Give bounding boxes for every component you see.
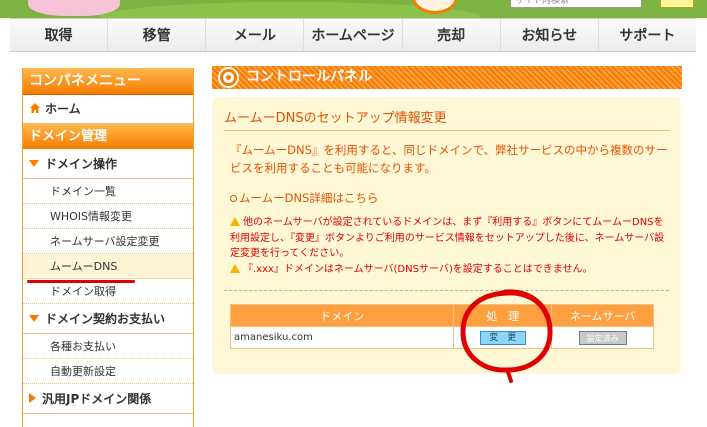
nameserver-status-button[interactable]: 設定済み: [578, 330, 627, 345]
warning-note: 他のネームサーバが設定されているドメインは、まず『利用する』ボタンにてムームーD…: [230, 215, 670, 262]
sidebar-home-label: ホーム: [45, 102, 81, 116]
link-bullet-icon: [230, 195, 237, 202]
table-row: amanesiku.com 変 更 設定済み: [229, 326, 654, 349]
triangle-down-icon: [29, 160, 39, 167]
sidebar-section-domain-management: ドメイン管理: [23, 124, 193, 149]
table-header-row: ドメイン 処 理 ネームサーバ: [229, 304, 654, 327]
warning-note: 『.xxx』ドメインはネームサーバ(DNSサーバ)を設定することはできません。: [230, 262, 670, 278]
sidebar-group-label: ドメイン操作: [45, 157, 118, 171]
nav-support[interactable]: サポート: [599, 19, 696, 51]
action-cell: 変 更: [453, 326, 553, 349]
site-search-button[interactable]: [660, 0, 694, 8]
warning-note-text: 『.xxx』ドメインはネームサーバ(DNSサーバ)を設定することはできません。: [243, 263, 593, 275]
change-button[interactable]: 変 更: [479, 330, 526, 345]
triangle-down-icon: [29, 315, 39, 322]
page-title: ムームーDNSのセットアップ情報変更: [224, 111, 447, 126]
sidebar-item-payments[interactable]: 各種お支払い: [23, 334, 193, 359]
dns-detail-link-label: ムームーDNS詳細はこちら: [239, 191, 379, 205]
column-header-domain: ドメイン: [229, 304, 455, 327]
sidebar-item-muumuu-dns[interactable]: ムームーDNS: [23, 254, 193, 279]
nav-transfer[interactable]: 移管: [108, 19, 207, 51]
sidebar-group-contract-payment[interactable]: ドメイン契約お支払い: [23, 304, 193, 334]
domain-cell: amanesiku.com: [229, 326, 455, 349]
sidebar-group-label: 汎用JPドメイン関係: [42, 392, 152, 406]
warning-icon: [230, 263, 240, 273]
domain-table: ドメイン 処 理 ネームサーバ amanesiku.com 変 更 設定済み: [229, 304, 654, 349]
nav-news[interactable]: お知らせ: [501, 19, 599, 51]
divider: [224, 130, 669, 131]
annotation-underline: [27, 280, 135, 283]
divider: [224, 290, 669, 291]
dns-detail-link[interactable]: ムームーDNS詳細はこちら: [230, 190, 378, 206]
triangle-right-icon: [29, 393, 36, 403]
sidebar-title: コンパネメニュー: [23, 68, 193, 95]
warning-note-text: 他のネームサーバが設定されているドメインは、まず『利用する』ボタンにてムームーD…: [230, 217, 665, 259]
sidebar-item-nameserver[interactable]: ネームサーバ設定変更: [23, 229, 193, 254]
site-header: サイト内検索: [0, 0, 707, 18]
global-nav: 取得 移管 メール ホームページ 売却 お知らせ サポート: [10, 18, 696, 52]
sidebar-group-label: ドメイン契約お支払い: [45, 312, 166, 326]
column-header-nameserver: ネームサーバ: [551, 304, 654, 327]
warning-icon: [230, 217, 240, 226]
sidebar: コンパネメニュー ホーム ドメイン管理 ドメイン操作 ドメイン一覧 WHOIS情…: [22, 68, 194, 427]
warning-notes: 他のネームサーバが設定されているドメインは、まず『利用する』ボタンにてムームーD…: [230, 215, 670, 277]
nav-sell[interactable]: 売却: [403, 19, 501, 51]
intro-text: 『ムームーDNS』を利用すると、同じドメインで、弊社サービスの中から複数のサービ…: [230, 143, 668, 175]
gear-icon: [220, 69, 237, 86]
sidebar-group-domain-operations[interactable]: ドメイン操作: [23, 149, 193, 179]
control-panel-title: コントロールパネル: [212, 66, 682, 89]
sidebar-item-auto-renew[interactable]: 自動更新設定: [23, 359, 193, 384]
nav-homepage[interactable]: ホームページ: [304, 19, 403, 51]
sidebar-item-domain-list[interactable]: ドメイン一覧: [23, 179, 193, 204]
sidebar-item-whois[interactable]: WHOIS情報変更: [23, 204, 193, 229]
sidebar-group-jp-domain[interactable]: 汎用JPドメイン関係: [23, 384, 193, 414]
column-header-action: 処 理: [453, 304, 553, 327]
home-icon: [30, 103, 40, 113]
nav-acquire[interactable]: 取得: [10, 19, 109, 51]
site-search-input[interactable]: サイト内検索: [510, 0, 642, 8]
dns-setup-panel: ムームーDNSのセットアップ情報変更 『ムームーDNS』を利用すると、同じドメイ…: [212, 97, 681, 374]
control-panel-title-text: コントロールパネル: [246, 69, 372, 85]
sidebar-item-home[interactable]: ホーム: [23, 95, 193, 124]
nav-mail[interactable]: メール: [206, 19, 305, 51]
nameserver-cell: 設定済み: [551, 326, 654, 349]
